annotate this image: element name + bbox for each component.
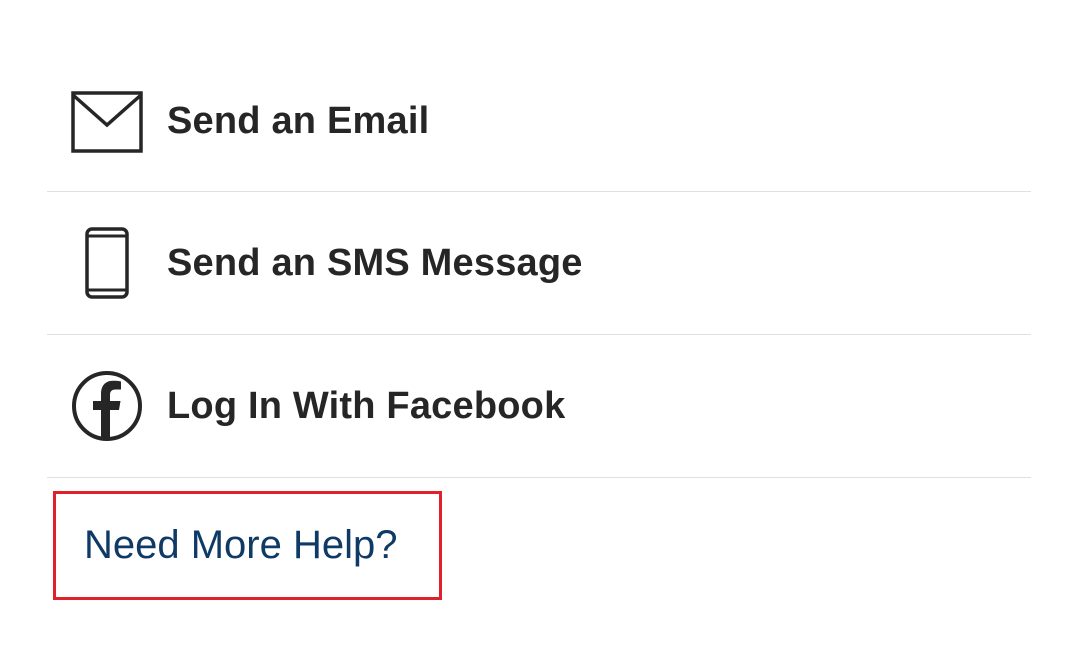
- help-highlight-box: Need More Help?: [53, 491, 442, 600]
- envelope-icon: [47, 90, 167, 153]
- need-more-help-link[interactable]: Need More Help?: [84, 523, 398, 568]
- facebook-login-label: Log In With Facebook: [167, 384, 566, 427]
- mobile-phone-icon: [47, 227, 167, 299]
- send-sms-option[interactable]: Send an SMS Message: [47, 192, 1031, 335]
- facebook-login-option[interactable]: Log In With Facebook: [47, 335, 1031, 478]
- contact-options-list: Send an Email Send an SMS Message Log In…: [47, 52, 1031, 478]
- send-email-label: Send an Email: [167, 100, 430, 142]
- send-email-option[interactable]: Send an Email: [47, 52, 1031, 192]
- facebook-icon: [47, 370, 167, 442]
- send-sms-label: Send an SMS Message: [167, 241, 583, 284]
